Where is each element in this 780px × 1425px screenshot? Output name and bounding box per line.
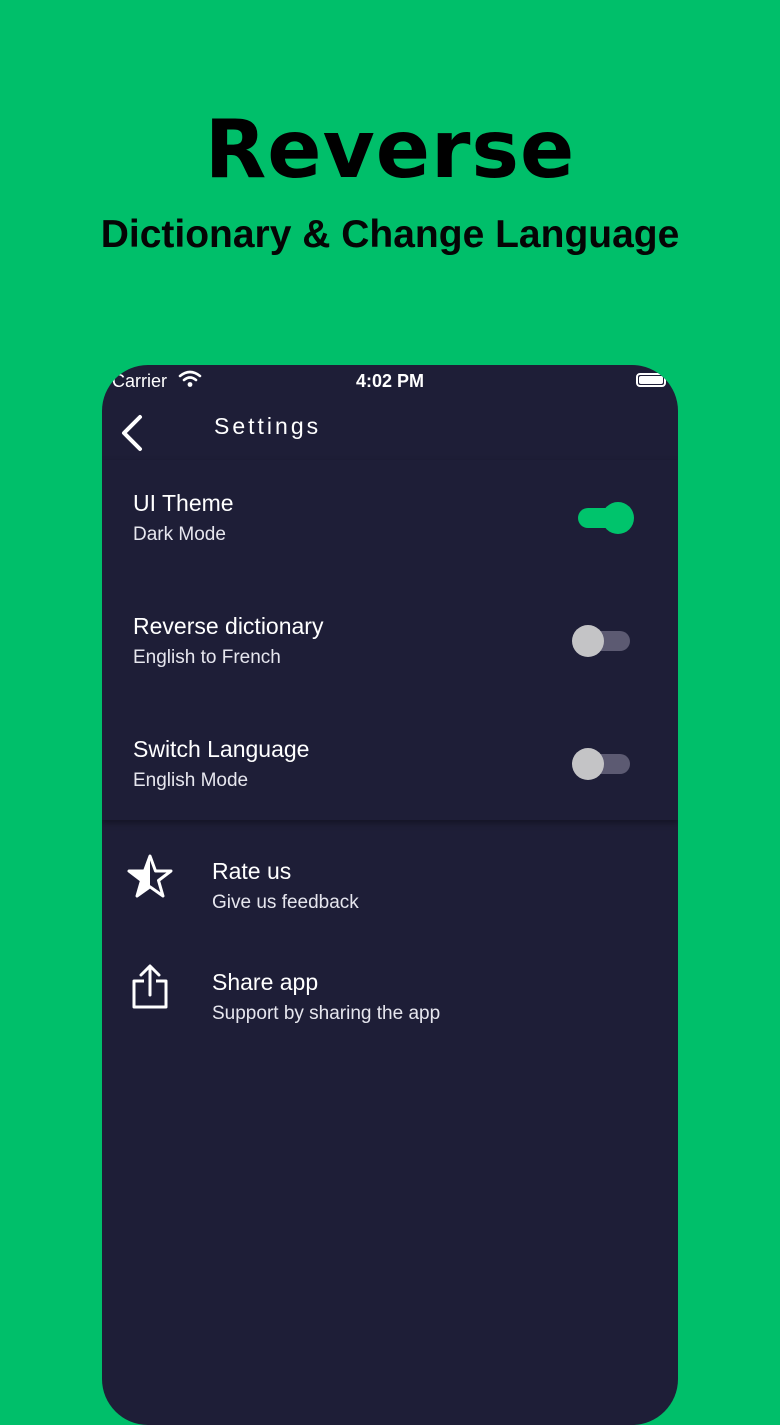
setting-title: Switch Language (133, 736, 310, 762)
setting-row-switch-language: Switch Language English Mode (102, 706, 678, 829)
ui-theme-toggle[interactable] (572, 502, 634, 534)
toggle-settings-section: UI Theme Dark Mode Reverse dictionary En… (102, 460, 678, 820)
page-title: Settings (214, 413, 322, 439)
star-icon (124, 852, 176, 904)
phone-screen: Carrier 4:02 PM Settings UI Theme Dark M… (102, 365, 678, 1425)
rate-us-title: Rate us (212, 858, 292, 884)
reverse-dictionary-toggle[interactable] (572, 625, 630, 657)
setting-title: UI Theme (133, 490, 234, 516)
toggle-knob (572, 625, 604, 657)
nav-bar: Settings (102, 401, 678, 461)
setting-subtitle: English to French (133, 647, 281, 668)
toggle-knob (602, 502, 634, 534)
share-app-title: Share app (212, 969, 319, 995)
toggle-knob (572, 748, 604, 780)
status-bar: Carrier 4:02 PM (102, 365, 678, 395)
promo-subtitle: Dictionary & Change Language (100, 213, 680, 256)
share-icon (124, 963, 176, 1015)
setting-subtitle: Dark Mode (133, 524, 226, 545)
setting-subtitle: English Mode (133, 770, 249, 791)
setting-row-reverse-dictionary: Reverse dictionary English to French (102, 583, 678, 706)
rate-us-subtitle: Give us feedback (212, 892, 359, 913)
chevron-left-icon (122, 415, 142, 451)
status-time: 4:02 PM (355, 371, 425, 391)
share-app-item[interactable]: Share app Support by sharing the app (102, 939, 678, 1039)
rate-us-item[interactable]: Rate us Give us feedback (102, 828, 678, 928)
setting-row-ui-theme: UI Theme Dark Mode (102, 460, 678, 583)
switch-language-toggle[interactable] (572, 748, 630, 780)
setting-title: Reverse dictionary (133, 613, 324, 639)
battery-icon (636, 373, 666, 387)
share-app-subtitle: Support by sharing the app (212, 1003, 441, 1024)
back-button[interactable] (116, 411, 152, 455)
promo-title: Reverse (204, 103, 576, 196)
